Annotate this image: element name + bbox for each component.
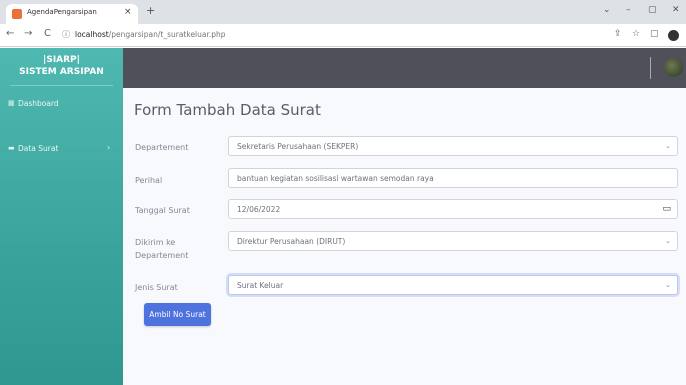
user-avatar[interactable] (664, 58, 683, 77)
forward-icon[interactable]: → (24, 28, 32, 39)
bookmark-star-icon[interactable]: ☆ (632, 29, 640, 39)
brand[interactable]: |SIARP| SISTEM ARSIPAN (0, 54, 123, 78)
maximize-icon[interactable]: ▢ (648, 5, 657, 15)
page-title: Form Tambah Data Surat (134, 101, 321, 119)
dikirim-ke-select[interactable]: Direktur Perusahaan (DIRUT) ⌄ (228, 231, 678, 251)
perihal-label: Perihal (135, 176, 163, 185)
minimize-icon[interactable]: – (626, 5, 631, 15)
chevron-down-icon: ⌄ (665, 142, 671, 150)
sidebar-item-data-surat[interactable]: ▬ Data Surat › (0, 139, 123, 161)
browser-tabbar: AgendaPengarsipan × + ⌄ – ▢ ✕ (0, 0, 686, 24)
dikirim-ke-value: Direktur Perusahaan (DIRUT) (237, 237, 346, 246)
site-info-icon[interactable]: ⓘ (62, 29, 70, 40)
perihal-input[interactable]: bantuan kegiatan sosilisasi wartawan sem… (228, 168, 678, 188)
dikirim-ke-label-line2: Departement (135, 251, 189, 260)
chevron-right-icon: › (107, 143, 111, 152)
reload-icon[interactable]: C (44, 28, 51, 39)
folder-icon: ▬ (8, 144, 15, 152)
sidebar-item-dashboard[interactable]: ▦ Dashboard (0, 94, 123, 116)
jenis-surat-value: Surat Keluar (237, 281, 284, 290)
jenis-surat-select[interactable]: Surat Keluar ⌄ (228, 275, 678, 295)
new-tab-icon[interactable]: + (146, 4, 155, 17)
url-field[interactable]: ⓘ localhost/pengarsipan/t_suratkeluar.ph… (62, 27, 512, 44)
sidebar-divider (10, 85, 113, 86)
brand-line1: |SIARP| (43, 55, 80, 65)
chevron-down-icon: ⌄ (665, 281, 671, 289)
browser-addressbar: ← → C ⓘ localhost/pengarsipan/t_suratkel… (0, 24, 686, 47)
url-host: localhost (75, 30, 109, 39)
dashboard-icon: ▦ (8, 99, 15, 107)
sidebar: |SIARP| SISTEM ARSIPAN ▦ Dashboard ▬ Dat… (0, 48, 123, 385)
topbar (123, 48, 686, 88)
tanggal-surat-label: Tanggal Surat (135, 206, 190, 215)
profile-avatar-icon[interactable] (668, 30, 679, 41)
browser-tab[interactable]: AgendaPengarsipan × (6, 4, 138, 24)
tanggal-surat-input[interactable]: 12/06/2022 ▭ (228, 199, 678, 219)
tab-search-icon[interactable]: ⌄ (603, 5, 611, 15)
url-path: /pengarsipan/t_suratkeluar.php (108, 30, 226, 39)
dikirim-ke-label: Dikirim ke Departement (135, 236, 188, 262)
departement-value: Sekretaris Perusahaan (SEKPER) (237, 142, 359, 151)
topbar-divider (650, 57, 651, 79)
tanggal-surat-value: 12/06/2022 (237, 205, 281, 214)
brand-line2: SISTEM ARSIPAN (19, 67, 104, 77)
favicon-icon (12, 9, 22, 19)
close-window-icon[interactable]: ✕ (672, 5, 680, 15)
url-text[interactable]: localhost/pengarsipan/t_suratkeluar.php (75, 30, 226, 39)
dikirim-ke-label-line1: Dikirim ke (135, 238, 176, 247)
back-icon[interactable]: ← (6, 28, 14, 39)
departement-select[interactable]: Sekretaris Perusahaan (SEKPER) ⌄ (228, 136, 678, 156)
ambil-no-surat-button[interactable]: Ambil No Surat (144, 303, 211, 326)
tab-title: AgendaPengarsipan (27, 8, 97, 16)
tab-close-icon[interactable]: × (124, 7, 132, 17)
calendar-icon[interactable]: ▭ (662, 204, 671, 214)
sidebar-item-label: Dashboard (18, 99, 59, 108)
main-content: Form Tambah Data Surat Departement Sekre… (123, 88, 686, 385)
sidepanel-icon[interactable]: ▢ (650, 29, 659, 39)
sidebar-item-label: Data Surat (18, 144, 59, 153)
chevron-down-icon: ⌄ (665, 237, 671, 245)
jenis-surat-label: Jenis Surat (135, 283, 178, 292)
departement-label: Departement (135, 143, 189, 152)
perihal-value: bantuan kegiatan sosilisasi wartawan sem… (237, 174, 434, 183)
share-icon[interactable]: ⇪ (614, 29, 622, 39)
